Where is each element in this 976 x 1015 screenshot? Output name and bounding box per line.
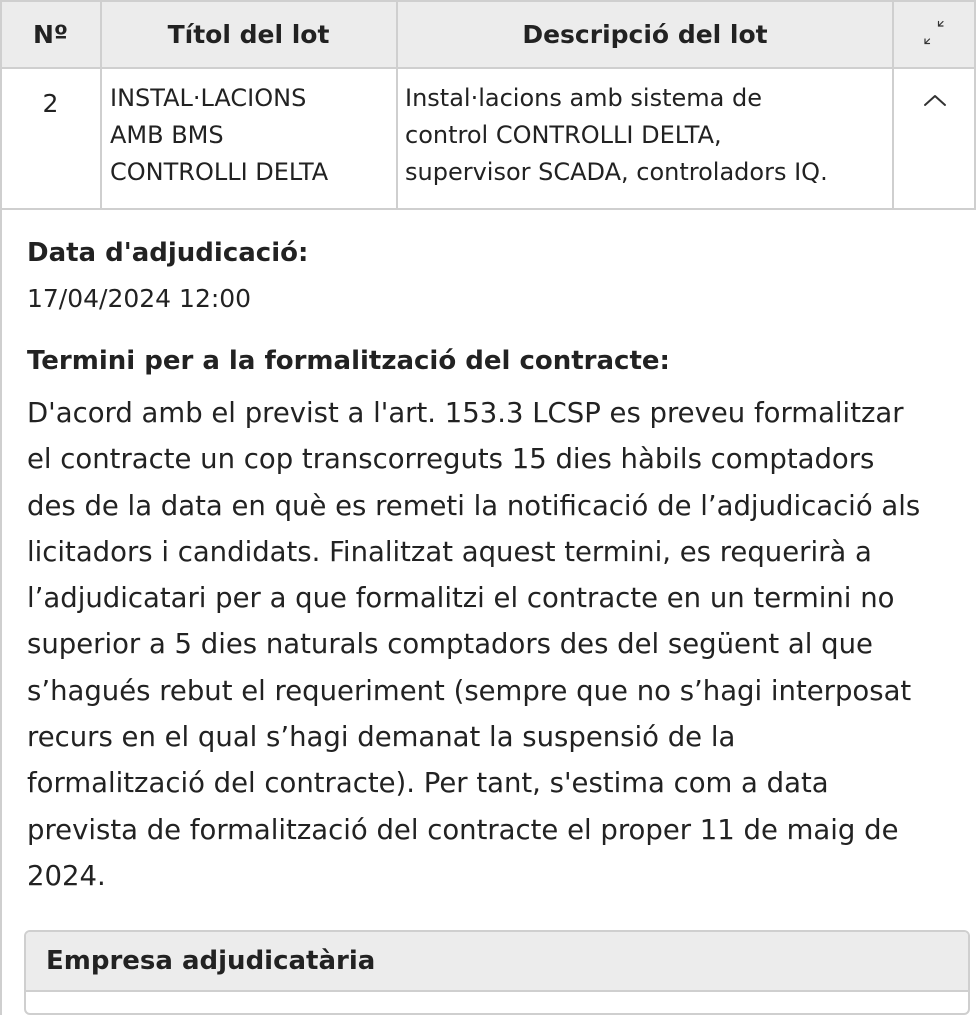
- term-line: D'acord amb el previst a l'art. 153.3 LC…: [27, 397, 904, 429]
- adjudication-date-value: 17/04/2024 12:00: [27, 284, 252, 313]
- table-divider: [396, 0, 398, 210]
- row-title: INSTAL·LACIONS AMB BMS CONTROLLI DELTA: [110, 80, 395, 191]
- row-description-line: control CONTROLLI DELTA,: [405, 121, 722, 149]
- term-line: licitadors i candidats. Finalitzat aques…: [27, 535, 872, 568]
- header-title: Títol del lot: [101, 0, 396, 68]
- row-num: 2: [0, 68, 101, 138]
- row-title-line: AMB BMS: [110, 121, 224, 149]
- adjudication-date-label: Data d'adjudicació:: [27, 238, 309, 268]
- awarded-company-panel: Empresa adjudicatària: [24, 930, 970, 1015]
- table-border-left: [0, 0, 2, 210]
- table-border-row: [0, 208, 976, 210]
- row-title-line: CONTROLLI DELTA: [110, 158, 329, 186]
- detail-border-left: [0, 210, 2, 1015]
- row-toggle-button[interactable]: [893, 68, 976, 132]
- term-line: s’hagués rebut el requeriment (sempre qu…: [27, 674, 912, 707]
- term-line: 2024.: [27, 859, 106, 892]
- table-divider: [892, 0, 894, 210]
- awarded-company-header: Empresa adjudicatària: [26, 932, 968, 992]
- table-divider: [100, 0, 102, 210]
- term-line: l’adjudicatari per a que formalitzi el c…: [27, 582, 895, 615]
- formalization-term-text: D'acord amb el previst a l'art. 153.3 LC…: [27, 390, 972, 899]
- term-line: superior a 5 dies naturals comptadors de…: [27, 628, 873, 661]
- term-line: formalització del contracte). Per tant, …: [27, 767, 829, 800]
- row-title-line: INSTAL·LACIONS: [110, 84, 307, 112]
- table-border-top: [0, 0, 976, 2]
- chevron-up-icon: [923, 95, 946, 106]
- lots-table: Nº Títol del lot Descripció del lot 2 IN…: [0, 0, 976, 210]
- collapse-all-button[interactable]: [893, 0, 976, 68]
- row-description-line: supervisor SCADA, controladors IQ.: [405, 158, 828, 186]
- row-description-line: Instal·lacions amb sistema de: [405, 84, 762, 112]
- term-line: prevista de formalització del contracte …: [27, 813, 899, 846]
- row-description: Instal·lacions amb sistema de control CO…: [405, 80, 891, 191]
- table-border-header: [0, 67, 976, 69]
- header-description: Descripció del lot: [397, 0, 893, 68]
- header-num: Nº: [0, 0, 101, 68]
- formalization-term-label: Termini per a la formalització del contr…: [27, 346, 670, 376]
- collapse-arrows-icon: [923, 20, 944, 45]
- awarded-company-title: Empresa adjudicatària: [46, 946, 376, 976]
- term-line: el contracte un cop transcorreguts 15 di…: [27, 443, 875, 476]
- term-line: des de la data en què es remeti la notif…: [27, 489, 921, 522]
- term-line: recurs en el qual s’hagi demanat la susp…: [27, 721, 736, 754]
